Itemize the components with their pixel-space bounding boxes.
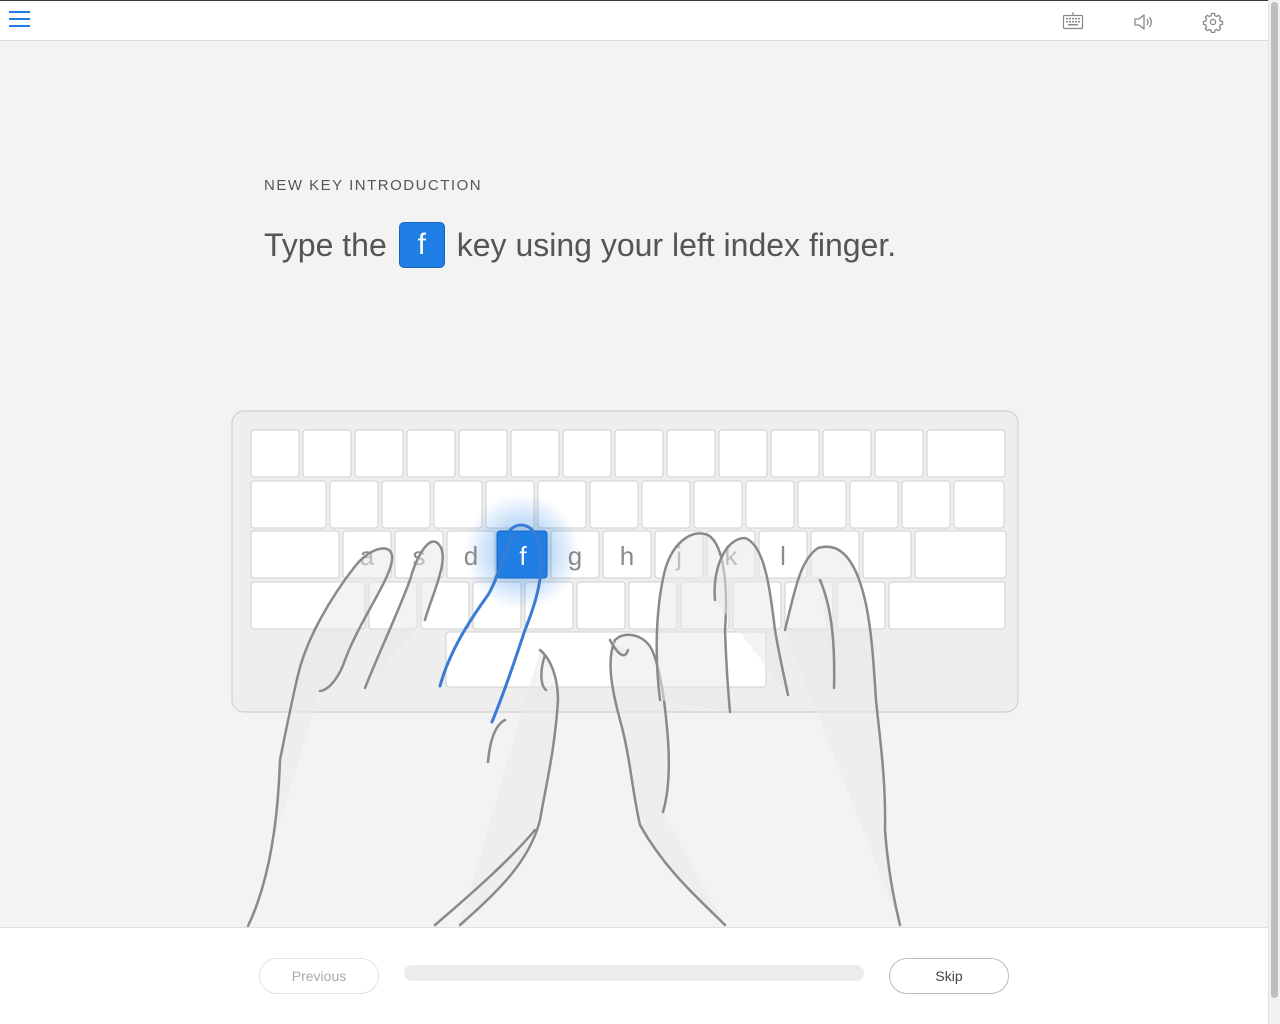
keyboard-key xyxy=(329,480,379,529)
keyboard-hands-illustration: asdfghjkl xyxy=(231,410,1019,927)
key-label-g: g xyxy=(568,541,582,571)
lesson-instruction: Type the f key using your left index fin… xyxy=(264,221,896,269)
key-backslash xyxy=(953,480,1005,529)
keyboard-key xyxy=(406,429,456,478)
keyboard-key xyxy=(797,480,847,529)
keyboard-key xyxy=(250,429,300,478)
keyboard-key xyxy=(718,429,768,478)
key-caps xyxy=(250,530,340,579)
scrollbar[interactable] xyxy=(1268,0,1280,1024)
keyboard-key xyxy=(458,429,508,478)
key-label-l: l xyxy=(780,541,786,571)
key-enter xyxy=(914,530,1007,579)
keyboard-key xyxy=(874,429,924,478)
keyboard-key xyxy=(770,429,820,478)
keyboard-key xyxy=(745,480,795,529)
previous-button[interactable]: Previous xyxy=(259,958,379,994)
keyboard-key xyxy=(576,581,626,630)
lesson-progress-bar xyxy=(404,965,864,981)
keyboard-key xyxy=(849,480,899,529)
target-key-badge: f xyxy=(398,222,445,268)
keyboard-key xyxy=(510,429,560,478)
key-backspace xyxy=(926,429,1006,478)
keyboard-key xyxy=(354,429,404,478)
keyboard-key xyxy=(862,530,912,579)
key-label-h: h xyxy=(620,541,634,571)
keyboard-key xyxy=(693,480,743,529)
keyboard-key xyxy=(614,429,664,478)
keyboard-key xyxy=(641,480,691,529)
speaker-icon xyxy=(1134,14,1152,30)
keyboard-key xyxy=(589,480,639,529)
lesson-kicker: NEW KEY INTRODUCTION xyxy=(264,177,483,194)
key-tab xyxy=(250,480,327,529)
hamburger-icon xyxy=(9,11,30,27)
keyboard-key xyxy=(822,429,872,478)
gear-icon xyxy=(1202,12,1224,34)
sound-button[interactable] xyxy=(1132,11,1154,33)
keyboard-icon xyxy=(1062,12,1084,30)
instruction-text-before: Type the xyxy=(264,226,387,263)
keyboard-settings-button[interactable] xyxy=(1062,11,1084,33)
key-label-f: f xyxy=(519,541,527,571)
skip-button[interactable]: Skip xyxy=(889,958,1009,994)
settings-button[interactable] xyxy=(1202,11,1224,34)
keyboard-key xyxy=(302,429,352,478)
keyboard-key xyxy=(381,480,431,529)
keyboard-key xyxy=(901,480,951,529)
instruction-text-after: key using your left index finger. xyxy=(456,226,897,263)
keyboard-key xyxy=(562,429,612,478)
key-label-d: d xyxy=(464,541,478,571)
scrollbar-thumb[interactable] xyxy=(1271,2,1278,998)
lesson-footer: Previous Skip xyxy=(0,927,1268,1024)
keyboard-key xyxy=(666,429,716,478)
top-bar xyxy=(0,0,1268,41)
key-shift-right xyxy=(888,581,1006,630)
hamburger-menu-button[interactable] xyxy=(8,9,32,31)
